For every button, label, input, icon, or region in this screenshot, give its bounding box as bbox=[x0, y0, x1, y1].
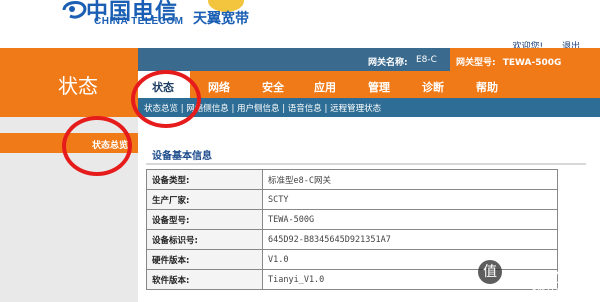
row-key: 硬件版本: bbox=[146, 249, 263, 270]
watermark-sub: SMZDM.COM bbox=[531, 286, 590, 296]
gateway-model: 网关型号: TEWA-500G bbox=[456, 55, 561, 68]
row-value: 标准型e8-C网关 bbox=[262, 169, 558, 190]
row-key: 设备类型: bbox=[146, 169, 263, 190]
annotation-circle-sidebar-item bbox=[62, 116, 132, 176]
section-title: 设备基本信息 bbox=[152, 151, 212, 162]
tab-application[interactable]: 应用 bbox=[314, 79, 336, 95]
section-divider bbox=[146, 163, 586, 165]
device-info-bar: 网关名称: E8-C 网关型号: TEWA-500G bbox=[138, 48, 600, 71]
row-value: V1.0 bbox=[262, 249, 558, 270]
table-row: 设备类型: 标准型e8-C网关 bbox=[146, 169, 558, 190]
row-value: SCTY bbox=[262, 189, 558, 210]
gateway-name-label: 网关名称: bbox=[368, 58, 408, 68]
top-header: 中国电信 CHINA TELECOM 天翼宽带 欢迎您! 退出 bbox=[0, 0, 600, 52]
watermark-text: 什么值得买 bbox=[529, 271, 590, 285]
table-row: 设备标识号: 645D92-B8345645D921351A7 bbox=[146, 229, 558, 250]
gateway-model-label: 网关型号: bbox=[456, 58, 496, 68]
main-nav: 状态 网络 安全 应用 管理 诊断 帮助 bbox=[138, 71, 600, 98]
row-key: 设备型号: bbox=[146, 209, 263, 230]
row-value: 645D92-B8345645D921351A7 bbox=[262, 229, 558, 250]
row-key: 软件版本: bbox=[146, 269, 263, 290]
china-telecom-logo: 中国电信 CHINA TELECOM bbox=[60, 0, 184, 30]
table-row: 设备型号: TEWA-500G bbox=[146, 209, 558, 230]
gateway-name-value: E8-C bbox=[416, 55, 437, 65]
tab-network[interactable]: 网络 bbox=[208, 79, 230, 95]
broadband-logo-text: 天翼宽带 bbox=[193, 11, 249, 27]
sub-nav: 状态总览 | 网络侧信息 | 用户侧信息 | 语音信息 | 远程管理状态 bbox=[138, 98, 600, 117]
row-key: 生产厂家: bbox=[146, 189, 263, 210]
row-key: 设备标识号: bbox=[146, 229, 263, 250]
tab-management[interactable]: 管理 bbox=[368, 79, 390, 95]
tab-security[interactable]: 安全 bbox=[262, 79, 284, 95]
logo-text-en: CHINA TELECOM bbox=[94, 16, 184, 27]
gateway-model-box: 网关型号: TEWA-500G bbox=[450, 48, 600, 71]
row-value: TEWA-500G bbox=[262, 209, 558, 230]
table-row: 生产厂家: SCTY bbox=[146, 189, 558, 210]
row-value: Tianyi_V1.0 bbox=[262, 269, 558, 290]
gateway-model-value: TEWA-500G bbox=[502, 58, 562, 68]
tab-help[interactable]: 帮助 bbox=[476, 79, 498, 95]
page-title: 状态 bbox=[58, 74, 98, 98]
annotation-circle-status-tab bbox=[131, 70, 201, 128]
watermark-badge-icon: 值 bbox=[478, 260, 502, 284]
watermark: 什么值得买 SMZDM.COM bbox=[530, 269, 590, 296]
tab-diagnosis[interactable]: 诊断 bbox=[422, 79, 444, 95]
page-title-block: 状态 bbox=[0, 48, 138, 117]
